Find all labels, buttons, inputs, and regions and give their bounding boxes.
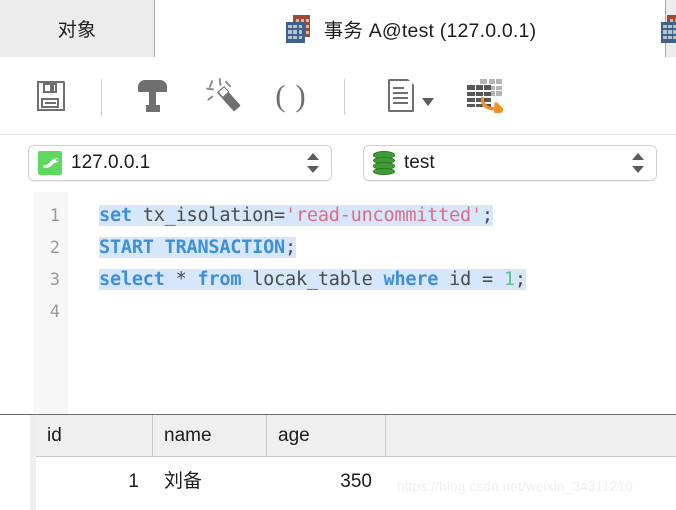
line-number-1: 1 — [49, 206, 60, 226]
column-header-blank[interactable] — [385, 415, 676, 456]
export-arrow-icon — [481, 96, 503, 113]
tab-objects[interactable]: 对象 — [0, 0, 155, 57]
code-line-2[interactable]: 2 START TRANSACTION; — [0, 232, 676, 264]
magic-wand-icon — [205, 77, 242, 114]
grid-left-pad — [0, 415, 30, 510]
save-button[interactable] — [30, 74, 74, 118]
navicat-query-window: 对象 事务 A@test (127.0.0.1) () 127.0.0.1 t… — [0, 0, 676, 510]
buildings-icon-partial — [660, 14, 676, 44]
mysql-dolphin-icon — [38, 151, 62, 175]
line-number-3: 3 — [49, 270, 60, 290]
cell-age[interactable]: 350 — [266, 457, 385, 510]
table-export-icon — [467, 79, 505, 113]
toolbar-divider-2 — [344, 79, 345, 115]
chevron-down-icon[interactable] — [422, 98, 434, 106]
host-select-value: 127.0.0.1 — [71, 152, 151, 173]
tab-bar: 对象 事务 A@test (127.0.0.1) — [0, 0, 676, 57]
host-select-stepper[interactable] — [306, 152, 320, 174]
database-select-value: test — [404, 152, 435, 173]
code-line-4[interactable]: 4 — [0, 296, 676, 328]
grid-header-row: id name age — [36, 415, 676, 457]
database-icon — [373, 151, 395, 175]
beautify-button[interactable] — [202, 74, 246, 118]
host-select[interactable]: 127.0.0.1 — [28, 145, 332, 181]
database-select-stepper[interactable] — [631, 152, 645, 174]
tab-next-partial[interactable] — [660, 0, 676, 57]
code-text-2[interactable]: START TRANSACTION; — [99, 232, 296, 264]
code-text-3[interactable]: select * from locak_table where id = 1; — [99, 264, 526, 296]
column-header-id[interactable]: id — [36, 415, 152, 456]
line-number-2: 2 — [49, 238, 60, 258]
tab-transaction-a[interactable]: 事务 A@test (127.0.0.1) — [155, 0, 666, 57]
cell-name[interactable]: 刘备 — [152, 457, 266, 510]
sql-editor[interactable]: 1 set tx_isolation='read-uncommitted'; 2 ST… — [0, 192, 676, 415]
connection-bar: 127.0.0.1 test — [0, 135, 676, 192]
toolbar-divider-1 — [101, 79, 102, 115]
watermark: https://blog.csdn.net/weixin_34311210 — [397, 479, 634, 494]
cell-id[interactable]: 1 — [36, 457, 152, 510]
export-result-button[interactable] — [461, 74, 511, 118]
column-header-name[interactable]: name — [152, 415, 266, 456]
code-line-3[interactable]: 3 select * from locak_table where id = 1; — [0, 264, 676, 296]
code-line-1[interactable]: 1 set tx_isolation='read-uncommitted'; — [0, 200, 676, 232]
parentheses-icon: ( ) — [275, 78, 307, 113]
document-icon — [388, 78, 417, 113]
toolbar: ( ) — [0, 57, 676, 135]
execute-button[interactable] — [131, 74, 175, 118]
column-header-age[interactable]: age — [266, 415, 385, 456]
explain-button[interactable] — [380, 74, 442, 118]
code-text-1[interactable]: set tx_isolation='read-uncommitted'; — [99, 200, 493, 232]
result-grid[interactable]: id name age 1 刘备 350 — [0, 415, 676, 510]
tab-objects-label: 对象 — [57, 20, 97, 41]
save-icon — [35, 78, 70, 113]
line-number-4: 4 — [49, 302, 60, 322]
parentheses-button[interactable]: ( ) — [269, 74, 313, 118]
buildings-icon — [284, 14, 314, 44]
tab-transaction-a-label: 事务 A@test (127.0.0.1) — [323, 20, 537, 42]
execute-icon — [136, 78, 170, 114]
database-select[interactable]: test — [363, 145, 657, 181]
code-area[interactable]: 1 set tx_isolation='read-uncommitted'; 2 ST… — [0, 200, 676, 328]
